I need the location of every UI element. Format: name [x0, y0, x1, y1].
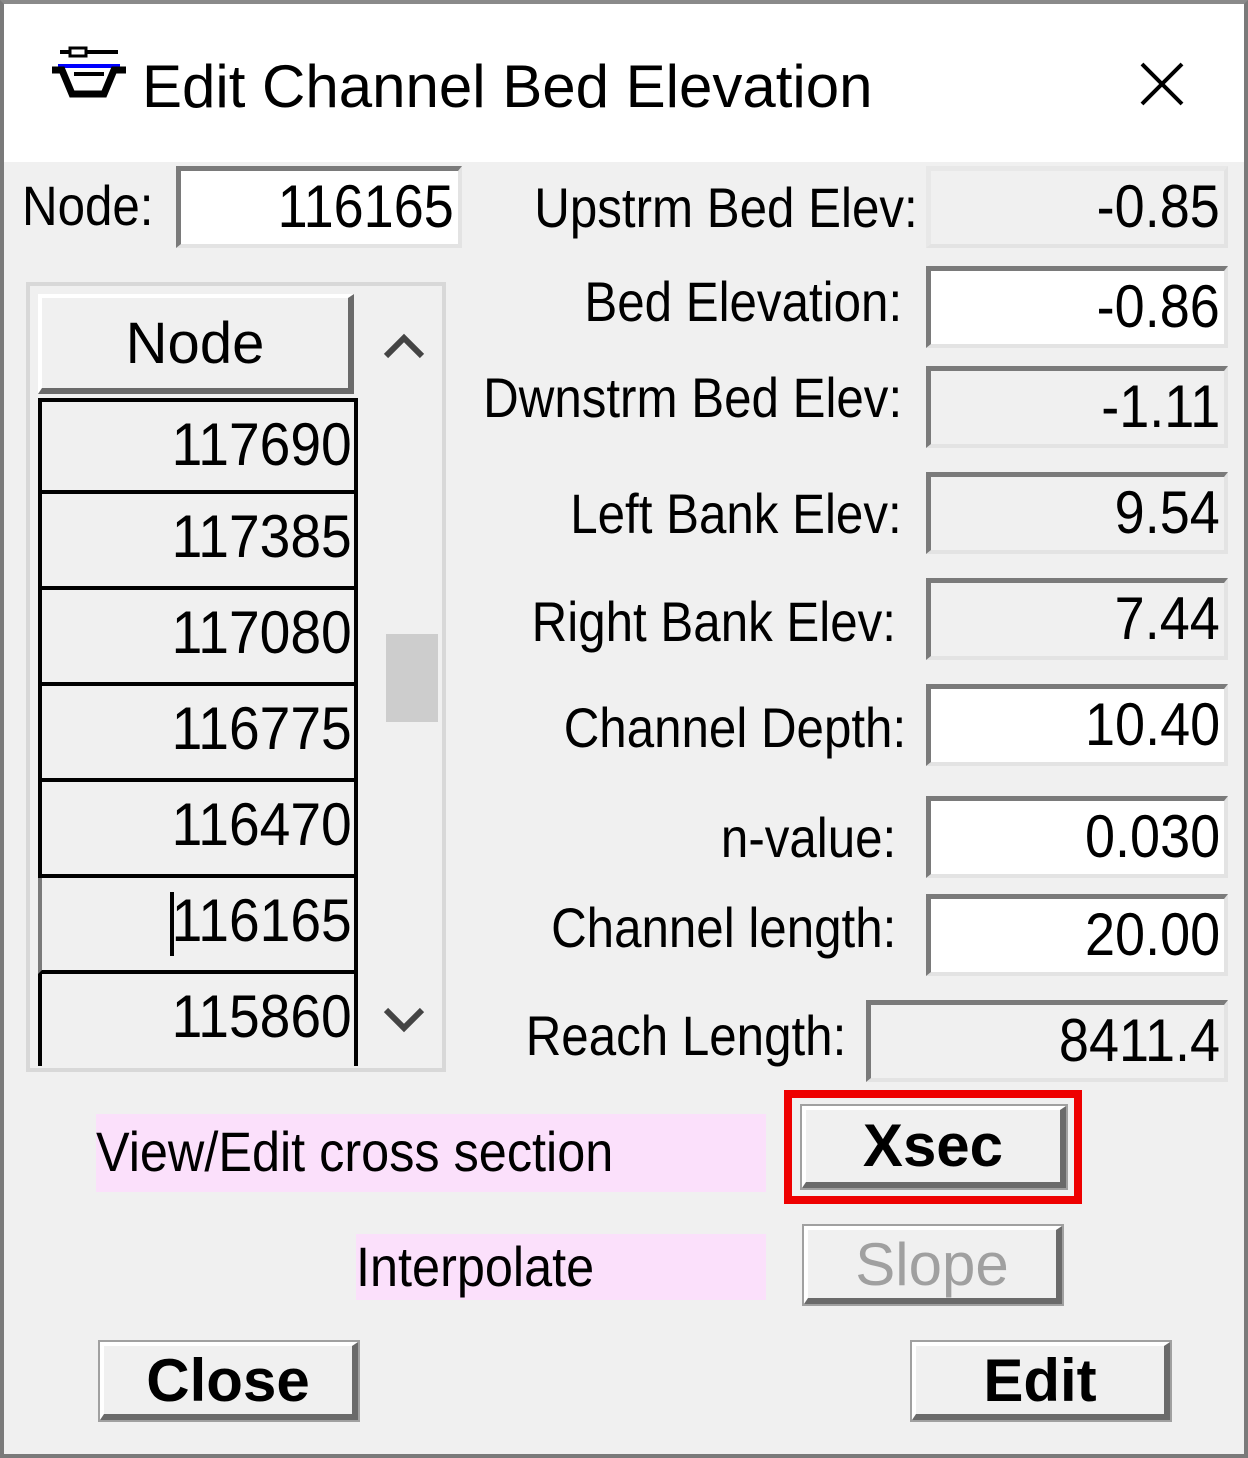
xsec-hint: View/Edit cross section — [96, 1114, 766, 1192]
node-grid[interactable]: Node 117690 117385 117080 116775 116470 … — [26, 282, 446, 1072]
node-grid-rows: 117690 117385 117080 116775 116470 11616… — [38, 398, 358, 1066]
n-value-field[interactable]: 0.030 — [926, 796, 1228, 878]
reach-length-label: Reach Length: — [525, 1004, 846, 1067]
channel-depth-field[interactable]: 10.40 — [926, 684, 1228, 766]
edit-channel-bed-elevation-dialog: Edit Channel Bed Elevation Node: 116165 … — [0, 0, 1248, 1458]
upstrm-bed-elev-label: Upstrm Bed Elev: — [534, 176, 918, 239]
chevron-down-icon[interactable] — [366, 982, 442, 1072]
node-column-header[interactable]: Node — [38, 294, 354, 394]
table-row[interactable]: 116775 — [38, 686, 358, 782]
chevron-up-icon[interactable] — [366, 294, 442, 384]
channel-length-field[interactable]: 20.00 — [926, 894, 1228, 976]
close-icon[interactable] — [1130, 52, 1194, 116]
table-row[interactable]: 117385 — [38, 494, 358, 590]
grid-scrollbar[interactable] — [366, 294, 442, 1066]
channel-length-label: Channel length: — [550, 896, 896, 959]
dwnstrm-bed-elev-field: -1.11 — [926, 366, 1228, 448]
node-field[interactable]: 116165 — [176, 166, 462, 248]
table-row[interactable]: 117690 — [38, 398, 358, 494]
reach-length-field: 8411.4 — [866, 1000, 1228, 1082]
bed-elevation-field[interactable]: -0.86 — [926, 266, 1228, 348]
close-button[interactable]: Close — [98, 1340, 360, 1422]
right-bank-elev-label: Right Bank Elev: — [531, 590, 896, 653]
highlight-box — [784, 1090, 1082, 1204]
left-bank-elev-field: 9.54 — [926, 472, 1228, 554]
table-row[interactable]: 115860 — [38, 974, 358, 1066]
bed-elevation-label: Bed Elevation: — [584, 270, 902, 333]
table-row[interactable]: 116470 — [38, 782, 358, 878]
channel-app-icon — [52, 46, 126, 98]
left-bank-elev-label: Left Bank Elev: — [570, 482, 902, 545]
edit-button[interactable]: Edit — [910, 1340, 1172, 1422]
right-bank-elev-field: 7.44 — [926, 578, 1228, 660]
node-label: Node: — [22, 174, 154, 237]
channel-depth-label: Channel Depth: — [563, 696, 906, 759]
title-bar: Edit Channel Bed Elevation — [4, 4, 1244, 162]
n-value-label: n-value: — [720, 806, 896, 869]
table-row-current[interactable]: 116165 — [38, 878, 358, 974]
scroll-thumb[interactable] — [386, 634, 438, 722]
window-title: Edit Channel Bed Elevation — [142, 53, 873, 120]
slope-hint: Interpolate — [356, 1234, 766, 1300]
upstrm-bed-elev-field: -0.85 — [926, 166, 1228, 248]
table-row[interactable]: 117080 — [38, 590, 358, 686]
slope-button[interactable]: Slope — [802, 1224, 1064, 1306]
dwnstrm-bed-elev-label: Dwnstrm Bed Elev: — [482, 366, 902, 429]
